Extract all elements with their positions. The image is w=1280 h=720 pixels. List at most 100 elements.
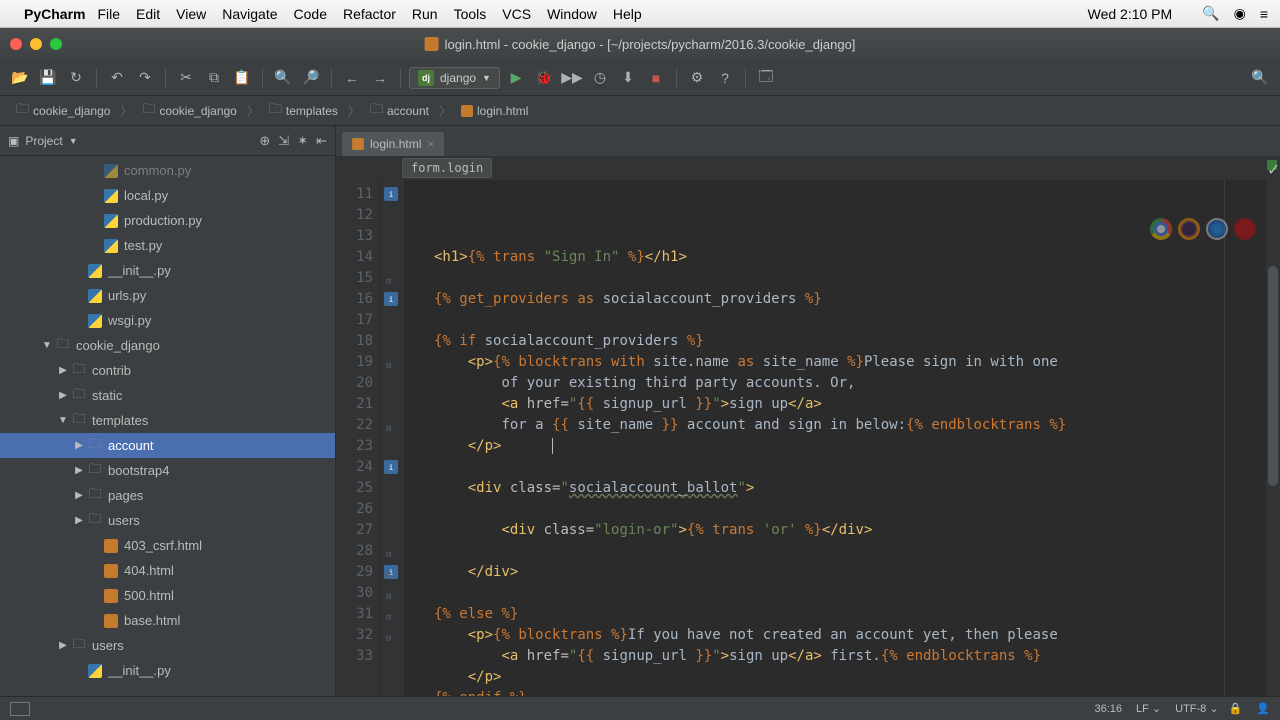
tree-arrow-icon[interactable]: ▶ — [72, 465, 86, 476]
tree-row[interactable]: ▼🗀templates — [0, 408, 335, 433]
minimize-window-button[interactable] — [30, 38, 42, 50]
close-window-button[interactable] — [10, 38, 22, 50]
tree-row[interactable]: wsgi.py — [0, 308, 335, 333]
redo-icon[interactable]: ↷ — [133, 66, 157, 90]
tree-row[interactable]: base.html — [0, 608, 335, 633]
breadcrumb-item[interactable]: 🗀account — [364, 98, 435, 124]
opera-icon[interactable] — [1234, 218, 1256, 240]
scroll-to-source-icon[interactable]: ⊕ — [259, 133, 270, 149]
collapse-all-icon[interactable]: ⇲ — [278, 133, 289, 149]
tree-row[interactable]: ▶🗀contrib — [0, 358, 335, 383]
siri-icon[interactable]: ◉ — [1234, 5, 1246, 22]
inspection-profile-icon[interactable]: 👤 — [1256, 702, 1270, 715]
tree-arrow-icon[interactable]: ▶ — [72, 490, 86, 501]
attach-icon[interactable]: ⬇ — [616, 66, 640, 90]
tree-row[interactable]: __init__.py — [0, 658, 335, 683]
run-configuration-selector[interactable]: dj django ▼ — [409, 67, 500, 89]
replace-icon[interactable]: 🔎 — [299, 66, 323, 90]
open-file-icon[interactable]: 📂 — [8, 66, 32, 90]
inspection-status-icon[interactable]: ✓ — [1267, 160, 1277, 170]
tree-row[interactable]: test.py — [0, 233, 335, 258]
code-content[interactable]: <h1>{% trans "Sign In" %}</h1>{% get_pro… — [404, 180, 1280, 696]
profile-icon[interactable]: ◷ — [588, 66, 612, 90]
run-icon[interactable]: ▶ — [504, 66, 528, 90]
fold-toggle-icon[interactable]: ⊟ — [386, 629, 391, 650]
back-icon[interactable]: ← — [340, 66, 364, 90]
find-icon[interactable]: 🔍 — [271, 66, 295, 90]
chevron-down-icon[interactable]: ▼ — [69, 136, 78, 146]
tree-row[interactable]: ▶🗀users — [0, 508, 335, 533]
menubar-item-vcs[interactable]: VCS — [502, 6, 531, 22]
manage-py-icon[interactable]: 🗔 — [754, 66, 778, 90]
tree-row[interactable]: ▶🗀account — [0, 433, 335, 458]
i18n-gutter-icon[interactable]: i — [384, 460, 398, 474]
tree-row[interactable]: local.py — [0, 183, 335, 208]
tree-arrow-icon[interactable]: ▶ — [72, 440, 86, 451]
scrollbar-thumb[interactable] — [1268, 266, 1278, 486]
tree-arrow-icon[interactable]: ▶ — [56, 365, 70, 376]
tree-arrow-icon[interactable]: ▼ — [56, 415, 70, 426]
line-number-gutter[interactable]: 1112131415161718192021222324252627282930… — [336, 180, 380, 696]
hide-panel-icon[interactable]: ⇤ — [316, 133, 327, 149]
firefox-icon[interactable] — [1178, 218, 1200, 240]
settings-icon[interactable]: ⚙ — [685, 66, 709, 90]
gutter-marks[interactable]: i⊟i⊟⊟i⊟i⊟⊟⊟⊟ — [380, 180, 404, 696]
editor-crumb[interactable]: form.login — [402, 158, 492, 178]
tree-row[interactable]: 404.html — [0, 558, 335, 583]
tree-row[interactable]: ▼🗀cookie_django — [0, 333, 335, 358]
menubar-item-window[interactable]: Window — [547, 6, 597, 22]
menubar-item-code[interactable]: Code — [294, 6, 327, 22]
tree-arrow-icon[interactable]: ▶ — [72, 515, 86, 526]
project-panel-title[interactable]: Project — [25, 134, 62, 148]
breadcrumb-item[interactable]: 🗀cookie_django — [136, 98, 242, 124]
tree-row[interactable]: urls.py — [0, 283, 335, 308]
tree-row[interactable]: 500.html — [0, 583, 335, 608]
breadcrumb-item[interactable]: 🗀cookie_django — [10, 98, 116, 124]
line-separator[interactable]: LF ⌄ — [1136, 702, 1161, 715]
chrome-icon[interactable] — [1150, 218, 1172, 240]
safari-icon[interactable] — [1206, 218, 1228, 240]
notification-center-icon[interactable]: ≡ — [1260, 6, 1268, 22]
menubar-clock[interactable]: Wed 2:10 PM — [1088, 6, 1173, 22]
tool-window-toggle-icon[interactable] — [10, 702, 30, 716]
tree-row[interactable]: common.py — [0, 158, 335, 183]
zoom-window-button[interactable] — [50, 38, 62, 50]
fold-toggle-icon[interactable]: ⊟ — [386, 608, 391, 629]
caret-position[interactable]: 36:16 — [1094, 703, 1122, 715]
breadcrumb-item[interactable]: 🗀templates — [263, 98, 344, 124]
menubar-item-refactor[interactable]: Refactor — [343, 6, 396, 22]
spotlight-icon[interactable]: 🔍 — [1202, 5, 1219, 22]
app-name[interactable]: PyCharm — [24, 6, 85, 22]
tree-row[interactable]: ▶🗀users — [0, 633, 335, 658]
tree-row[interactable]: ▶🗀pages — [0, 483, 335, 508]
tree-row[interactable]: ▶🗀static — [0, 383, 335, 408]
menubar-item-edit[interactable]: Edit — [136, 6, 160, 22]
cut-icon[interactable]: ✂ — [174, 66, 198, 90]
readonly-lock-icon[interactable]: 🔒 — [1229, 702, 1243, 715]
tree-arrow-icon[interactable]: ▼ — [40, 340, 54, 351]
stop-icon[interactable]: ■ — [644, 66, 668, 90]
breadcrumb-item[interactable]: login.html — [455, 102, 534, 120]
editor-body[interactable]: 1112131415161718192021222324252627282930… — [336, 180, 1280, 696]
tree-row[interactable]: 403_csrf.html — [0, 533, 335, 558]
save-all-icon[interactable]: 💾 — [36, 66, 60, 90]
editor-tab-login[interactable]: login.html × — [342, 132, 444, 156]
fold-toggle-icon[interactable]: ⊟ — [386, 587, 391, 608]
menubar-item-navigate[interactable]: Navigate — [222, 6, 277, 22]
forward-icon[interactable]: → — [368, 66, 392, 90]
menubar-item-help[interactable]: Help — [613, 6, 642, 22]
file-encoding[interactable]: UTF-8 ⌄ — [1175, 702, 1218, 715]
menubar-item-run[interactable]: Run — [412, 6, 438, 22]
tree-arrow-icon[interactable]: ▶ — [56, 640, 70, 651]
fold-toggle-icon[interactable]: ⊟ — [386, 566, 391, 587]
gear-icon[interactable]: ✶ — [297, 133, 308, 149]
menubar-item-file[interactable]: File — [97, 6, 120, 22]
editor-scrollbar[interactable]: ✓ — [1266, 156, 1280, 696]
tree-row[interactable]: ▶🗀bootstrap4 — [0, 458, 335, 483]
menubar-item-view[interactable]: View — [176, 6, 206, 22]
tree-arrow-icon[interactable]: ▶ — [56, 390, 70, 401]
project-view-icon[interactable]: ▣ — [8, 134, 19, 148]
i18n-gutter-icon[interactable]: i — [384, 292, 398, 306]
copy-icon[interactable]: ⧉ — [202, 66, 226, 90]
coverage-icon[interactable]: ▶▶ — [560, 66, 584, 90]
